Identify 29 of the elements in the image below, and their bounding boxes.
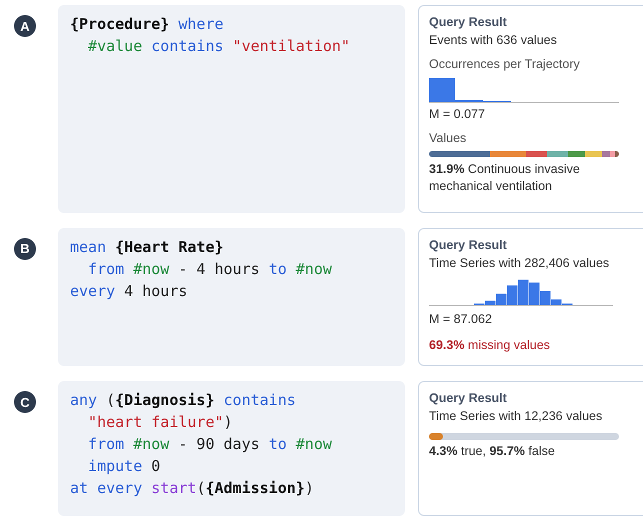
true-false-split: 4.3% true, 95.7% false <box>429 444 555 458</box>
row-label: A <box>14 15 36 37</box>
row-label: B <box>14 238 36 260</box>
code-line: every 4 hours <box>70 280 188 302</box>
code-line: "heart failure") <box>87 412 233 434</box>
code-editor[interactable]: {Procedure} where #value contains "ventilation" <box>58 5 405 213</box>
row-label: C <box>14 391 36 414</box>
code-line: impute 0 <box>87 456 160 478</box>
result-summary: Events with 636 values <box>429 33 557 47</box>
mean-value: M = 0.077 <box>429 107 485 121</box>
code-line: at every start({Admission}) <box>70 478 314 500</box>
result-summary: Time Series with 282,406 values <box>429 256 610 270</box>
code-line: {Procedure} where <box>70 14 224 35</box>
code-editor[interactable]: any ({Diagnosis} contains "heart failure") from #now - 90 days to #now impute 0 at every start({Admission}) <box>58 381 405 516</box>
card-title: Query Result <box>429 238 507 252</box>
missing-values-text: 69.3% missing values <box>429 338 550 352</box>
result-summary: Time Series with 12,236 values <box>429 409 602 424</box>
card-title: Query Result <box>429 391 507 406</box>
code-line: from #now - 90 days to #now <box>87 434 332 456</box>
code-line: #value contains "ventilation" <box>87 36 350 57</box>
histogram-label: Occurrences per Trajectory <box>429 57 580 71</box>
code-line: from #now - 4 hours to #now <box>87 258 332 280</box>
top-value-text: 31.9% Continuous invasive mechanical ventilation <box>429 161 581 195</box>
code-editor[interactable]: mean {Heart Rate} from #now - 4 hours to #now every 4 hours <box>58 228 405 366</box>
values-label: Values <box>429 131 466 145</box>
code-line: any ({Diagnosis} contains <box>70 390 296 412</box>
code-line: mean {Heart Rate} <box>70 236 224 258</box>
mean-value: M = 87.062 <box>429 312 492 326</box>
card-title: Query Result <box>429 15 507 29</box>
